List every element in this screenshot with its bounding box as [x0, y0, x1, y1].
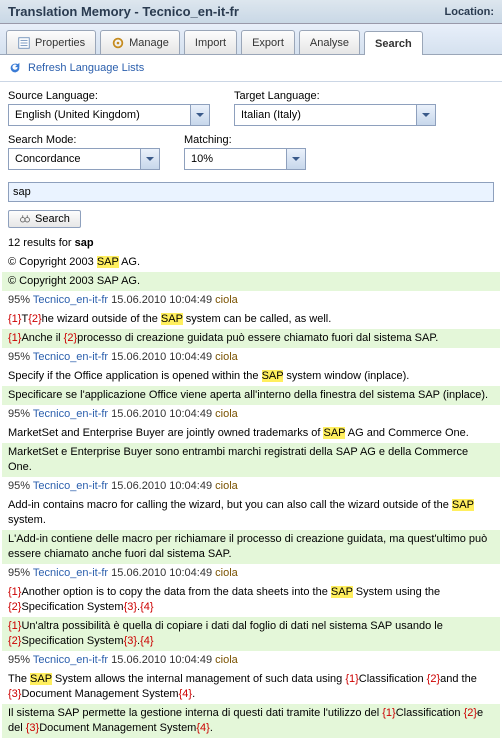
tm-link[interactable]: Tecnico_en-it-fr: [33, 567, 108, 579]
result-target: {1}Anche il {2}processo di creazione gui…: [2, 329, 500, 348]
result-source: Add-in contains macro for calling the wi…: [2, 496, 500, 530]
tab-strip: Properties Manage Import Export Analyse …: [0, 24, 502, 55]
tm-link[interactable]: Tecnico_en-it-fr: [33, 351, 108, 363]
tab-analyse[interactable]: Analyse: [299, 30, 360, 54]
target-language-value: Italian (Italy): [235, 109, 416, 121]
result-meta: 95% Tecnico_en-it-fr 15.06.2010 10:04:49…: [2, 564, 500, 583]
search-mode-value: Concordance: [9, 153, 140, 165]
source-language-value: English (United Kingdom): [9, 109, 190, 121]
chevron-down-icon: [140, 149, 159, 169]
tab-import[interactable]: Import: [184, 30, 237, 54]
refresh-language-lists[interactable]: Refresh Language Lists: [28, 62, 144, 74]
result-meta: 95% Tecnico_en-it-fr 15.06.2010 10:04:49…: [2, 477, 500, 496]
result-target: © Copyright 2003 SAP AG.: [2, 272, 500, 291]
chevron-down-icon: [286, 149, 305, 169]
tm-link[interactable]: Tecnico_en-it-fr: [33, 654, 108, 666]
window-header: Translation Memory - Tecnico_en-it-fr Lo…: [0, 0, 502, 24]
search-button[interactable]: Search: [8, 210, 81, 228]
binoculars-icon: [19, 213, 31, 225]
result-target: Il sistema SAP permette la gestione inte…: [2, 704, 500, 738]
matching-value: 10%: [185, 153, 286, 165]
location-label: Location:: [445, 6, 495, 18]
search-form: Source Language: English (United Kingdom…: [0, 82, 502, 180]
target-language-select[interactable]: Italian (Italy): [234, 104, 436, 126]
results-panel: 12 results for sap © Copyright 2003 SAP …: [0, 234, 502, 738]
tab-export[interactable]: Export: [241, 30, 295, 54]
result-target: MarketSet e Enterprise Buyer sono entram…: [2, 443, 500, 477]
tm-link[interactable]: Tecnico_en-it-fr: [33, 408, 108, 420]
search-input[interactable]: sap: [8, 182, 494, 202]
tab-properties[interactable]: Properties: [6, 30, 96, 54]
result-target: Specificare se l'applicazione Office vie…: [2, 386, 500, 405]
refresh-icon: [8, 61, 22, 75]
tab-manage[interactable]: Manage: [100, 30, 180, 54]
search-mode-label: Search Mode:: [8, 134, 160, 146]
result-target: {1}Un'altra possibilità è quella di copi…: [2, 617, 500, 651]
result-source: {1}T{2}he wizard outside of the SAP syst…: [2, 310, 500, 329]
result-source: © Copyright 2003 SAP AG.: [2, 253, 500, 272]
tm-link[interactable]: Tecnico_en-it-fr: [33, 480, 108, 492]
target-language-label: Target Language:: [234, 90, 436, 102]
matching-label: Matching:: [184, 134, 306, 146]
result-source: Specify if the Office application is ope…: [2, 367, 500, 386]
result-source: MarketSet and Enterprise Buyer are joint…: [2, 424, 500, 443]
matching-select[interactable]: 10%: [184, 148, 306, 170]
source-language-label: Source Language:: [8, 90, 210, 102]
chevron-down-icon: [190, 105, 209, 125]
result-meta: 95% Tecnico_en-it-fr 15.06.2010 10:04:49…: [2, 405, 500, 424]
chevron-down-icon: [416, 105, 435, 125]
source-language-select[interactable]: English (United Kingdom): [8, 104, 210, 126]
result-source: {1}Another option is to copy the data fr…: [2, 583, 500, 617]
sub-toolbar: Refresh Language Lists: [0, 55, 502, 82]
results-count: 12 results for sap: [2, 234, 500, 253]
result-target: L'Add-in contiene delle macro per richia…: [2, 530, 500, 564]
tm-link[interactable]: Tecnico_en-it-fr: [33, 294, 108, 306]
result-meta: 95% Tecnico_en-it-fr 15.06.2010 10:04:49…: [2, 291, 500, 310]
tab-search[interactable]: Search: [364, 31, 423, 55]
result-meta: 95% Tecnico_en-it-fr 15.06.2010 10:04:49…: [2, 348, 500, 367]
result-source: The SAP System allows the internal manag…: [2, 670, 500, 704]
window-title: Translation Memory - Tecnico_en-it-fr: [8, 4, 239, 19]
search-mode-select[interactable]: Concordance: [8, 148, 160, 170]
